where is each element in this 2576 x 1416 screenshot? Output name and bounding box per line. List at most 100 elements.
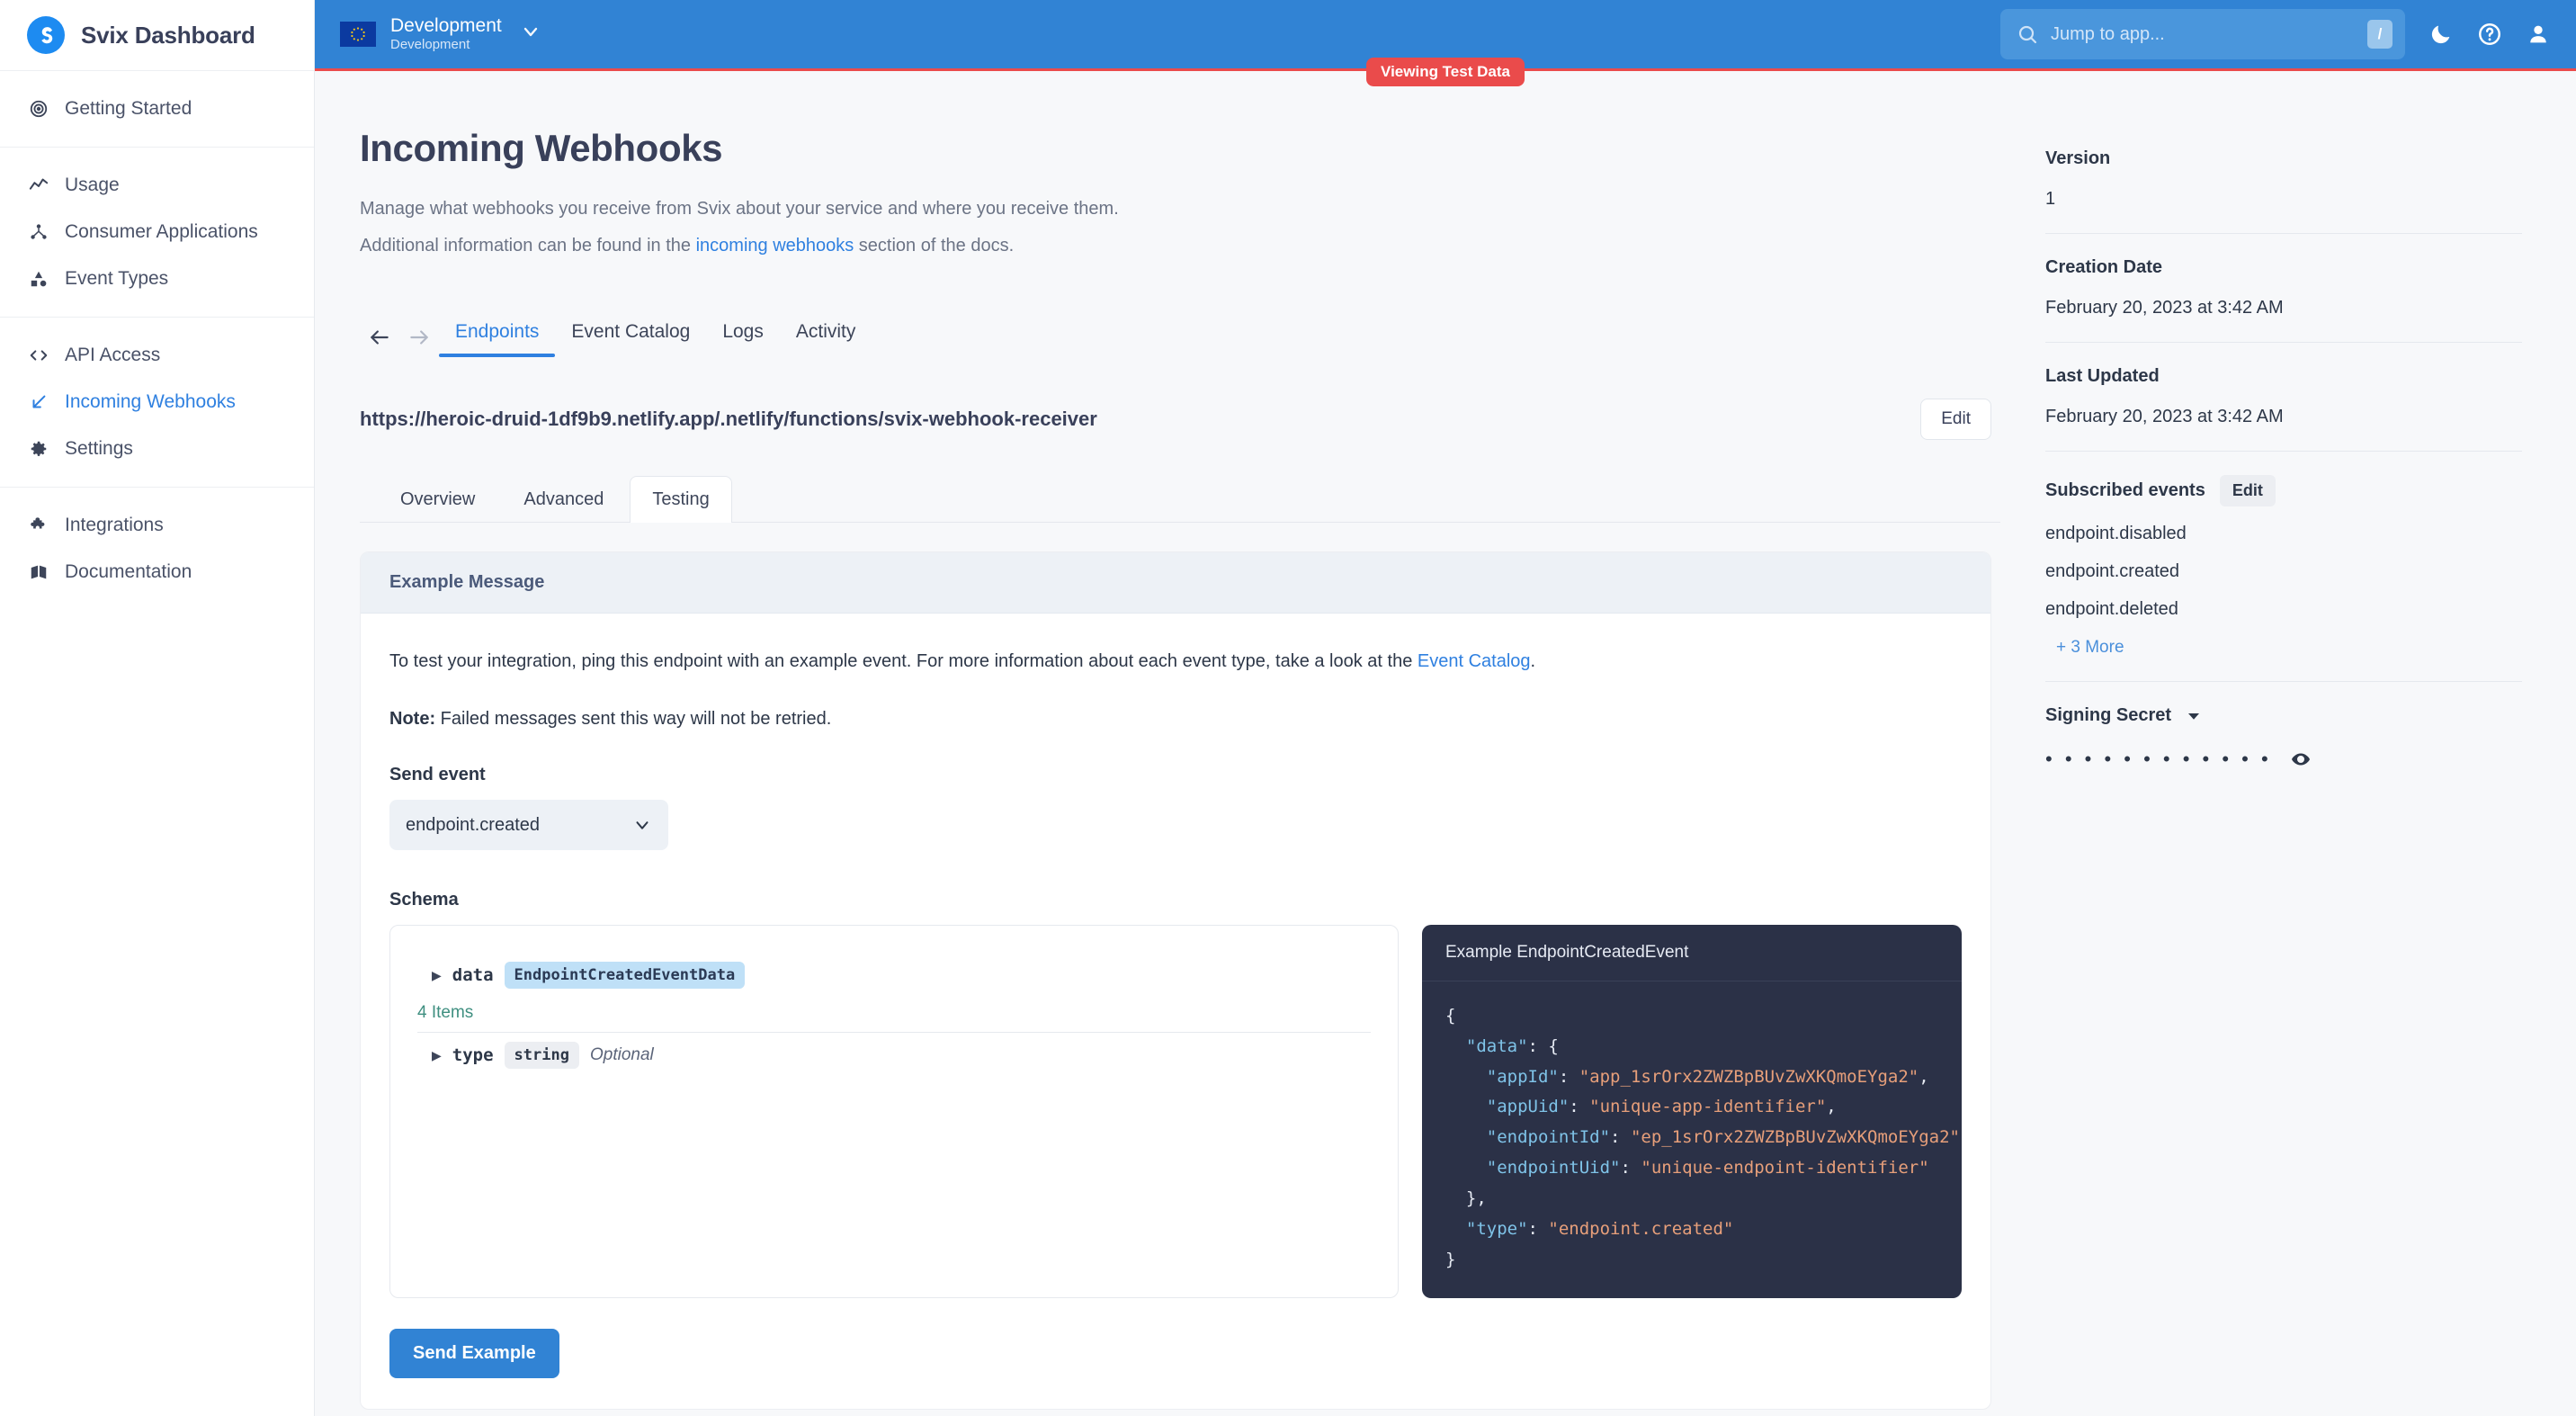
schema-row-data[interactable]: ▶ data EndpointCreatedEventData xyxy=(417,956,1371,994)
environment-switcher[interactable]: Development Development xyxy=(340,15,541,52)
note-label: Note: xyxy=(389,709,435,729)
event-catalog-link[interactable]: Event Catalog xyxy=(1418,651,1531,671)
schema-panel: ▶ data EndpointCreatedEventData 4 Items … xyxy=(389,925,1399,1298)
schema-items-count[interactable]: 4 Items xyxy=(417,994,1371,1032)
schema-divider xyxy=(417,1032,1371,1033)
top-bar: Development Development Jump to app... / xyxy=(315,0,2576,71)
search-placeholder: Jump to app... xyxy=(2051,24,2355,45)
sidebar-item-label: Settings xyxy=(65,438,133,460)
sidebar-item-getting-started[interactable]: Getting Started xyxy=(0,85,314,132)
gear-icon xyxy=(27,437,50,461)
puzzle-piece-icon xyxy=(27,514,50,537)
environment-labels: Development Development xyxy=(390,15,502,52)
send-event-select[interactable]: endpoint.created xyxy=(389,800,668,850)
last-updated-block: Last Updated February 20, 2023 at 3:42 A… xyxy=(2045,342,2522,451)
example-message-card: Example Message To test your integration… xyxy=(360,551,1991,1410)
send-event-value: endpoint.created xyxy=(406,815,540,836)
endpoint-url: https://heroic-druid-1df9b9.netlify.app/… xyxy=(360,408,1097,431)
content-area: Incoming Webhooks Manage what webhooks y… xyxy=(315,71,2576,1416)
chevron-down-icon xyxy=(632,815,652,835)
sidebar-item-documentation[interactable]: Documentation xyxy=(0,549,314,596)
schema-key: data xyxy=(452,965,494,985)
search-icon xyxy=(2017,23,2038,45)
question-circle-icon[interactable] xyxy=(2477,22,2502,47)
send-event-label: Send event xyxy=(389,765,1962,785)
eu-flag-icon xyxy=(340,22,376,47)
subscribed-event-item: endpoint.disabled xyxy=(2045,524,2522,544)
creation-date-block: Creation Date February 20, 2023 at 3:42 … xyxy=(2045,233,2522,342)
sidebar-item-label: Event Types xyxy=(65,268,168,290)
endpoint-url-row: https://heroic-druid-1df9b9.netlify.app/… xyxy=(360,399,2000,440)
search-input[interactable]: Jump to app... / xyxy=(2000,9,2405,59)
line-chart-icon xyxy=(27,174,50,197)
code-panel-body: { "data": { "appId": "app_1srOrx2ZWZBpBU… xyxy=(1422,981,1962,1298)
center-column: Incoming Webhooks Manage what webhooks y… xyxy=(315,71,2000,1416)
sidebar-group-3: API Access Incoming Webhooks Settings xyxy=(0,317,314,487)
intro-suffix: . xyxy=(1531,651,1536,671)
last-updated-value: February 20, 2023 at 3:42 AM xyxy=(2045,407,2522,427)
sidebar-item-incoming-webhooks[interactable]: Incoming Webhooks xyxy=(0,379,314,426)
section-tabs: Endpoints Event Catalog Logs Activity xyxy=(360,307,2000,357)
brand-title: Svix Dashboard xyxy=(81,22,255,49)
tab-event-catalog[interactable]: Event Catalog xyxy=(555,321,706,357)
sidebar-item-consumer-applications[interactable]: Consumer Applications xyxy=(0,209,314,255)
user-icon[interactable] xyxy=(2526,22,2551,47)
edit-subscribed-events-button[interactable]: Edit xyxy=(2220,475,2276,506)
tab-endpoints[interactable]: Endpoints xyxy=(439,321,555,357)
sidebar-item-usage[interactable]: Usage xyxy=(0,162,314,209)
main-column: Development Development Jump to app... / xyxy=(315,0,2576,1416)
triangle-right-icon: ▶ xyxy=(432,1049,442,1062)
sidebar-item-label: Getting Started xyxy=(65,98,192,120)
sidebar-group-1: Getting Started xyxy=(0,71,314,147)
tab-logs[interactable]: Logs xyxy=(706,321,780,357)
schema-and-code-row: ▶ data EndpointCreatedEventData 4 Items … xyxy=(389,925,1962,1298)
show-more-events-link[interactable]: + 3 More xyxy=(2045,638,2522,658)
signing-secret-header: Signing Secret xyxy=(2045,705,2522,726)
send-example-button[interactable]: Send Example xyxy=(389,1329,559,1378)
example-event-code-panel: Example EndpointCreatedEvent { "data": {… xyxy=(1422,925,1962,1298)
arrow-right-icon[interactable] xyxy=(399,318,439,357)
signing-secret-masked: • • • • • • • • • • • • xyxy=(2045,748,2272,771)
sidebar-item-api-access[interactable]: API Access xyxy=(0,332,314,379)
sidebar-group-2: Usage Consumer Applications Event Typ xyxy=(0,147,314,317)
chevron-down-icon xyxy=(520,21,541,47)
signing-secret-label: Signing Secret xyxy=(2045,705,2171,726)
card-title: Example Message xyxy=(389,572,1962,593)
tab-activity[interactable]: Activity xyxy=(780,321,872,357)
subscribed-event-item: endpoint.deleted xyxy=(2045,599,2522,620)
tab-overview[interactable]: Overview xyxy=(378,476,497,523)
card-body: To test your integration, ping this endp… xyxy=(361,614,1990,1409)
tab-testing[interactable]: Testing xyxy=(630,476,731,523)
topbar-actions: Jump to app... / xyxy=(2000,9,2551,59)
code-panel-title: Example EndpointCreatedEvent xyxy=(1422,925,1962,981)
sidebar-item-settings[interactable]: Settings xyxy=(0,426,314,472)
sidebar-item-event-types[interactable]: Event Types xyxy=(0,255,314,302)
subscribed-events-header: Subscribed events Edit xyxy=(2045,475,2522,506)
edit-endpoint-button[interactable]: Edit xyxy=(1920,399,1991,440)
creation-date-label: Creation Date xyxy=(2045,257,2522,278)
brand-header[interactable]: Svix Dashboard xyxy=(0,0,314,71)
schema-type-badge: EndpointCreatedEventData xyxy=(505,962,746,989)
arrow-left-icon[interactable] xyxy=(360,318,399,357)
caret-down-icon[interactable] xyxy=(2186,708,2202,724)
sidebar-group-4: Integrations Documentation xyxy=(0,487,314,610)
sitemap-icon xyxy=(27,220,50,244)
schema-row-type[interactable]: ▶ type string Optional xyxy=(417,1036,1371,1074)
moon-icon[interactable] xyxy=(2428,22,2454,47)
signing-secret-block: Signing Secret • • • • • • • • • • • • xyxy=(2045,681,2522,794)
target-icon xyxy=(27,97,50,121)
docs-prefix: Additional information can be found in t… xyxy=(360,236,696,255)
incoming-webhooks-docs-link[interactable]: incoming webhooks xyxy=(696,236,854,255)
page-wrap: Incoming Webhooks Manage what webhooks y… xyxy=(315,71,2576,1416)
version-label: Version xyxy=(2045,148,2522,169)
sidebar-item-integrations[interactable]: Integrations xyxy=(0,502,314,549)
schema-type-badge: string xyxy=(505,1042,579,1069)
tab-advanced[interactable]: Advanced xyxy=(501,476,626,523)
docs-suffix: section of the docs. xyxy=(854,236,1014,255)
sidebar-item-label: Integrations xyxy=(65,515,164,536)
sidebar-item-label: Usage xyxy=(65,175,120,196)
eye-icon[interactable] xyxy=(2290,748,2312,770)
code-brackets-icon xyxy=(27,344,50,367)
subscribed-events-label: Subscribed events xyxy=(2045,480,2205,501)
subscribed-event-item: endpoint.created xyxy=(2045,561,2522,582)
